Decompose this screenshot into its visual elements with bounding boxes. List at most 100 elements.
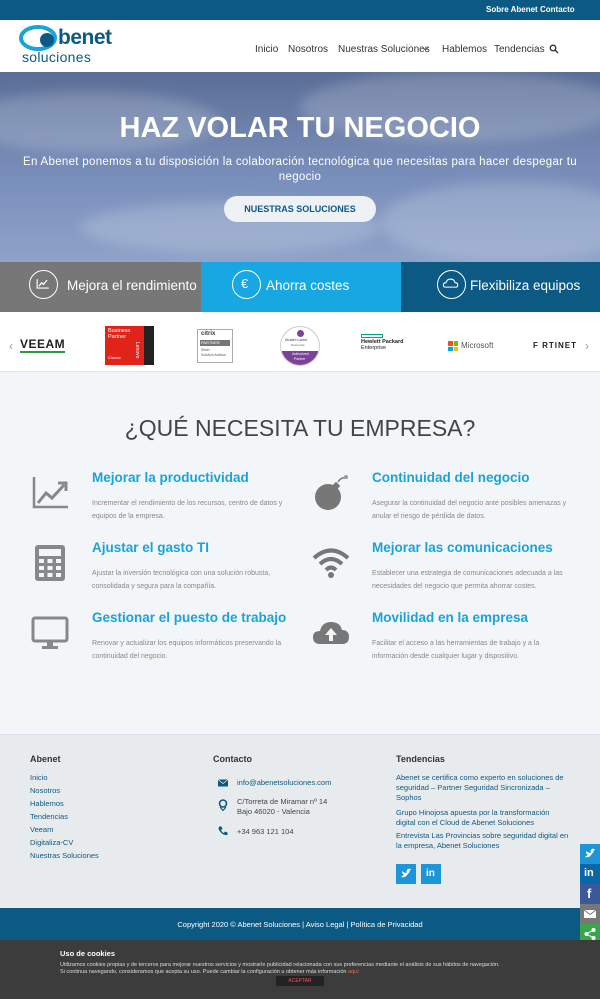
link-contacto[interactable]: Contacto: [540, 5, 575, 14]
nav-hablemos[interactable]: Hablemos: [442, 44, 487, 55]
cookie-title: Uso de cookies: [60, 949, 116, 958]
link-sobre-abenet[interactable]: Sobre Abenet: [486, 5, 538, 14]
nav-inicio[interactable]: Inicio: [255, 44, 278, 55]
feature-label: Mejora el rendimiento: [67, 278, 197, 293]
service-title[interactable]: Continuidad del negocio: [372, 470, 530, 485]
logo-subtitle: soluciones: [22, 49, 92, 65]
footer-post-las-provincias[interactable]: Entrevista Las Provincias sobre segurida…: [396, 831, 572, 851]
cloud-upload-icon: [313, 622, 349, 644]
citrix-text: citrix: [201, 331, 216, 337]
abenet-logo-icon[interactable]: [18, 25, 58, 51]
service-text: Incrementar el rendimiento de los recurs…: [92, 500, 283, 520]
phone-icon: [218, 826, 228, 836]
hero-banner: HAZ VOLAR TU NEGOCIO En Abenet ponemos a…: [0, 72, 600, 262]
calculator-icon: [35, 545, 65, 581]
citrix-partner-logo: citrix PARTNER Silver Solution Advisor: [197, 329, 233, 363]
citrix-partner: PARTNER: [201, 340, 220, 345]
site-header: benet soluciones Inicio Nosotros Nuestra…: [0, 20, 600, 72]
footer-post-line: digital con el Cloud de Abenet Solucione…: [396, 818, 535, 827]
cloud-icon: [437, 270, 466, 299]
service-title[interactable]: Gestionar el puesto de trabajo: [92, 610, 286, 625]
hero-title: HAZ VOLAR TU NEGOCIO: [119, 112, 481, 144]
footer-heading-contacto: Contacto: [213, 754, 252, 764]
lenovo-tier: Classic: [108, 355, 121, 360]
linkedin-button[interactable]: in: [421, 864, 441, 884]
search-icon[interactable]: [549, 44, 559, 54]
nuestras-soluciones-button[interactable]: NUESTRAS SOLUCIONES: [224, 196, 376, 222]
footer-link-tendencias[interactable]: Tendencias: [30, 812, 68, 822]
twitter-button[interactable]: [396, 864, 416, 884]
footer-post-line: seguridad – Partner Seguridad Sincroniza…: [396, 783, 550, 792]
veeam-text: VEEAM: [20, 337, 66, 353]
logo-name: benet: [58, 26, 112, 49]
facebook-icon: f: [587, 886, 592, 901]
cookie-accept-button[interactable]: ACEPTAR: [276, 976, 324, 986]
footer-heading-abenet: Abenet: [30, 754, 61, 764]
twitter-icon: [585, 848, 596, 858]
lenovo-brand: Lenovo: [134, 342, 140, 359]
service-text: Ajustar la inversión tecnológica con una…: [92, 570, 271, 590]
alcatel-tier: Partner: [294, 357, 306, 361]
alcatel-text: Enterprise: [291, 343, 305, 347]
feature-label: Flexibiliza equipos: [470, 278, 581, 293]
share-twitter-button[interactable]: [580, 844, 600, 864]
copyright-text: Copyright 2020 © Abenet Soluciones | Avi…: [177, 920, 423, 929]
footer-post-line: Entrevista Las Provincias sobre segurida…: [396, 831, 569, 840]
service-title[interactable]: Movilidad en la empresa: [372, 610, 528, 625]
lenovo-text: Partner: [108, 334, 127, 340]
service-text: Renovar y actualizar los equipos informá…: [92, 640, 282, 660]
chevron-left-icon[interactable]: ‹: [9, 339, 13, 353]
footer-email-link[interactable]: info@abenetsoluciones.com: [237, 778, 331, 788]
chevron-right-icon[interactable]: ›: [585, 339, 589, 353]
footer-post-hinojosa[interactable]: Grupo Hinojosa apuesta por la transforma…: [396, 808, 572, 828]
nav-tendencias[interactable]: Tendencias: [494, 44, 545, 55]
footer-link-digitaliza[interactable]: Digitaliza-CV: [30, 838, 73, 848]
service-title[interactable]: Mejorar la productividad: [92, 470, 249, 485]
service-title[interactable]: Mejorar las comunicaciones: [372, 540, 553, 555]
nav-nuestras-soluciones[interactable]: Nuestras Soluciones: [338, 44, 430, 55]
cookie-text: Utilizamos cookies propias y de terceros…: [60, 962, 560, 975]
lenovo-partner-logo: Business Partner Classic Lenovo: [105, 326, 154, 365]
alcatel-tier: Authorized: [292, 352, 309, 356]
monitor-icon: [31, 616, 69, 649]
footer-post-sophos[interactable]: Abenet se certifica como experto en solu…: [396, 773, 572, 803]
service-text: Establecer una estrategia de comunicacio…: [372, 570, 563, 590]
share-email-button[interactable]: [580, 904, 600, 924]
feature-label: Ahorra costes: [266, 278, 350, 293]
email-icon: [217, 779, 229, 787]
linkedin-icon: in: [426, 868, 435, 879]
linkedin-icon: in: [584, 867, 594, 879]
nav-nosotros[interactable]: Nosotros: [288, 44, 328, 55]
feature-flexibiliza-equipos[interactable]: Flexibiliza equipos: [401, 262, 600, 312]
citrix-tier: Silver: [201, 348, 210, 352]
footer-post-line: Abenet se certifica como experto en solu…: [396, 773, 564, 782]
footer-link-hablemos[interactable]: Hablemos: [30, 799, 64, 809]
service-title[interactable]: Ajustar el gasto TI: [92, 540, 209, 555]
cookie-text-line: Si continua navegando, consideramos que …: [60, 968, 347, 975]
footer-link-inicio[interactable]: Inicio: [30, 773, 48, 783]
bomb-icon: [315, 475, 348, 510]
hpe-text: Enterprise: [361, 345, 387, 351]
euro-icon: €: [232, 270, 261, 299]
feature-ahorra-costes[interactable]: € Ahorra costes: [201, 262, 401, 312]
top-bar: Sobre Abenet Contacto: [0, 0, 600, 20]
footer-post-line: la empresa, Abenet Soluciones: [396, 841, 500, 850]
cookie-more-info-link[interactable]: aquí: [348, 969, 359, 975]
share-facebook-button[interactable]: f: [580, 884, 600, 904]
share-linkedin-button[interactable]: in: [580, 864, 600, 884]
footer-link-soluciones[interactable]: Nuestras Soluciones: [30, 851, 99, 861]
footer-post-line: Grupo Hinojosa apuesta por la transforma…: [396, 808, 550, 817]
email-icon: [583, 909, 597, 918]
feature-mejora-rendimiento[interactable]: Mejora el rendimiento: [0, 262, 201, 312]
cookie-banner: Uso de cookies Utilizamos cookies propia…: [0, 940, 600, 999]
cookie-text-line: Utilizamos cookies propias y de terceros…: [60, 962, 500, 968]
citrix-tier: Solution Advisor: [201, 353, 227, 357]
footer-heading-tendencias: Tendencias: [396, 754, 445, 764]
footer-link-nosotros[interactable]: Nosotros: [30, 786, 60, 796]
chart-icon: [29, 270, 58, 299]
footer-address-line: Bajo 46020 - Valencia: [237, 807, 310, 816]
footer-link-veeam[interactable]: Veeam: [30, 825, 53, 835]
partner-logos-carousel: ‹ VEEAM Business Partner Classic Lenovo …: [0, 312, 600, 372]
twitter-icon: [401, 868, 412, 878]
alcatel-text: Alcatel·Lucent: [285, 338, 308, 342]
